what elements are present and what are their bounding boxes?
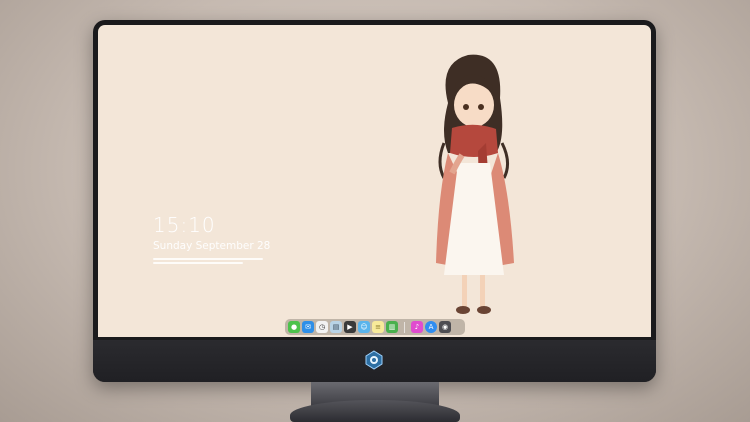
lockscreen-date: Sunday September 28 bbox=[153, 240, 271, 252]
desktop-screen: 15:10 Sunday September 28 ● ✉ ◷ ▤ ▶ ☺ ≡ … bbox=[98, 25, 651, 337]
finder-icon[interactable]: ☺ bbox=[358, 321, 370, 333]
wallpaper-character-illustration bbox=[436, 54, 514, 314]
itunes-icon[interactable]: ♪ bbox=[411, 321, 423, 333]
preview-icon[interactable]: ▤ bbox=[330, 321, 342, 333]
lockscreen-subtext bbox=[153, 258, 263, 266]
lockscreen-time: 15:10 bbox=[153, 213, 216, 237]
app-store-icon[interactable]: A bbox=[425, 321, 437, 333]
dock: ● ✉ ◷ ▤ ▶ ☺ ≡ ▥ ♪ A ◉ bbox=[285, 319, 465, 335]
dock-separator bbox=[404, 321, 405, 333]
mail-icon[interactable]: ✉ bbox=[302, 321, 314, 333]
monitor: 15:10 Sunday September 28 ● ✉ ◷ ▤ ▶ ☺ ≡ … bbox=[93, 20, 656, 382]
notes-icon[interactable]: ≡ bbox=[372, 321, 384, 333]
clock-icon[interactable]: ◷ bbox=[316, 321, 328, 333]
monitor-chin bbox=[93, 340, 656, 382]
messages-icon[interactable]: ● bbox=[288, 321, 300, 333]
brand-logo-icon bbox=[365, 350, 383, 370]
clapperboard-icon[interactable]: ▶ bbox=[344, 321, 356, 333]
numbers-icon[interactable]: ▥ bbox=[386, 321, 398, 333]
camera-icon[interactable]: ◉ bbox=[439, 321, 451, 333]
